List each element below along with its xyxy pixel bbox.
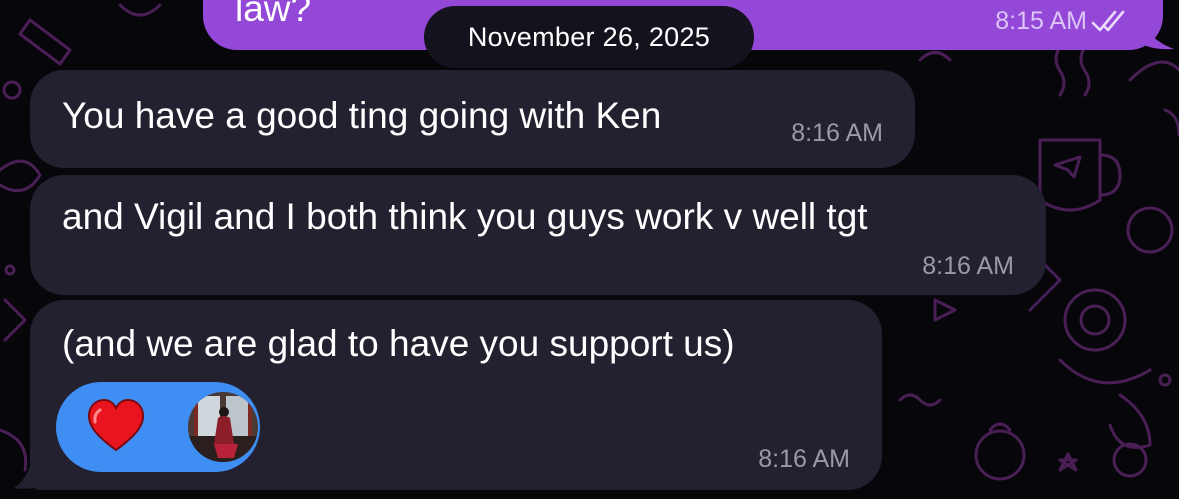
message-text: (and we are glad to have you support us) [62, 323, 735, 364]
message-time: 8:16 AM [922, 252, 1014, 280]
incoming-message-bubble[interactable]: and Vigil and I both think you guys work… [30, 175, 1046, 295]
reaction-pill[interactable] [56, 382, 260, 472]
incoming-bubble-tail [14, 446, 50, 489]
message-time: 8:16 AM [758, 445, 850, 473]
message-text: You have a good ting going with Ken [62, 95, 662, 136]
reactor-avatar-icon[interactable] [188, 392, 258, 462]
date-divider: November 26, 2025 [424, 6, 754, 68]
outgoing-bubble-tail [1140, 22, 1174, 50]
double-check-icon [1091, 10, 1125, 32]
message-text: and Vigil and I both think you guys work… [62, 196, 868, 237]
red-heart-icon [87, 398, 145, 452]
message-time: 8:16 AM [791, 119, 883, 147]
outgoing-message-time: 8:15 AM [995, 7, 1087, 35]
incoming-message-bubble[interactable]: (and we are glad to have you support us)… [30, 300, 882, 490]
outgoing-message-text: law? [235, 0, 312, 29]
incoming-message-bubble[interactable]: You have a good ting going with Ken 8:16… [30, 70, 915, 168]
